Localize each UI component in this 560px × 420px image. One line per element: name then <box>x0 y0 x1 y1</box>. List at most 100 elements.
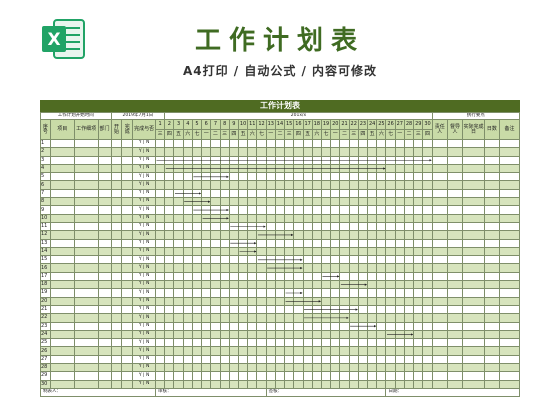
day-cell[interactable] <box>376 138 387 149</box>
cell[interactable] <box>110 230 123 240</box>
day-cell[interactable] <box>348 188 359 199</box>
cell[interactable] <box>446 147 464 157</box>
cell[interactable] <box>97 197 112 207</box>
day-cell[interactable] <box>265 296 276 306</box>
day-cell[interactable] <box>348 263 359 273</box>
day-cell[interactable] <box>274 172 286 182</box>
day-cell[interactable] <box>256 238 267 248</box>
cell[interactable] <box>110 329 123 340</box>
day-cell[interactable] <box>155 213 166 223</box>
day-cell[interactable] <box>413 155 424 165</box>
day-cell[interactable] <box>247 346 258 356</box>
day-cell[interactable] <box>413 163 424 174</box>
day-cell[interactable] <box>422 354 433 365</box>
day-cell[interactable] <box>311 163 322 174</box>
cell[interactable] <box>110 346 123 356</box>
no-option[interactable]: N <box>146 331 149 336</box>
day-cell[interactable] <box>376 280 387 290</box>
cell[interactable] <box>73 346 99 356</box>
day-cell[interactable] <box>394 280 405 290</box>
day-cell[interactable] <box>311 205 322 215</box>
day-cell[interactable] <box>357 147 369 157</box>
day-cell[interactable] <box>422 188 433 199</box>
day-cell[interactable] <box>210 246 221 257</box>
day-cell[interactable] <box>164 354 175 365</box>
day-cell[interactable] <box>274 280 286 290</box>
day-cell[interactable] <box>330 213 341 223</box>
day-cell[interactable] <box>201 280 212 290</box>
day-cell[interactable] <box>256 304 267 315</box>
day-cell[interactable] <box>274 147 286 157</box>
day-cell[interactable] <box>256 321 267 331</box>
day-cell[interactable] <box>413 296 424 306</box>
day-cell[interactable] <box>265 197 276 207</box>
cell[interactable] <box>121 296 134 306</box>
day-cell[interactable] <box>265 255 276 265</box>
day-cell[interactable] <box>237 205 249 215</box>
day-cell[interactable] <box>256 213 267 223</box>
cell[interactable] <box>110 321 123 331</box>
day-cell[interactable] <box>339 246 350 257</box>
day-cell[interactable] <box>182 246 193 257</box>
no-option[interactable]: N <box>146 182 149 187</box>
day-cell[interactable] <box>265 213 276 223</box>
day-cell[interactable] <box>302 296 313 306</box>
day-cell[interactable] <box>385 221 396 232</box>
day-cell[interactable] <box>173 221 184 232</box>
day-cell[interactable] <box>311 296 322 306</box>
day-cell[interactable] <box>201 246 212 257</box>
day-cell[interactable] <box>302 379 313 389</box>
day-cell[interactable] <box>237 296 249 306</box>
day-cell[interactable] <box>311 255 322 265</box>
day-cell[interactable] <box>265 230 276 240</box>
day-cell[interactable] <box>219 238 230 248</box>
day-cell[interactable] <box>164 147 175 157</box>
cell[interactable] <box>498 280 521 290</box>
cell[interactable] <box>498 180 521 190</box>
cell[interactable] <box>110 163 123 174</box>
day-cell[interactable] <box>348 238 359 248</box>
day-cell[interactable] <box>237 172 249 182</box>
day-cell[interactable] <box>265 271 276 282</box>
cell[interactable] <box>462 338 485 348</box>
day-cell[interactable] <box>164 246 175 257</box>
cell[interactable] <box>49 313 75 323</box>
day-cell[interactable] <box>403 288 415 298</box>
day-cell[interactable] <box>201 346 212 356</box>
day-cell[interactable] <box>256 354 267 365</box>
cell[interactable] <box>121 147 134 157</box>
cell[interactable] <box>462 197 485 207</box>
cell[interactable] <box>121 230 134 240</box>
day-cell[interactable] <box>274 379 286 389</box>
day-cell[interactable] <box>376 180 387 190</box>
cell[interactable] <box>110 271 123 282</box>
cell[interactable] <box>97 155 112 165</box>
day-cell[interactable] <box>302 304 313 315</box>
day-cell[interactable] <box>293 304 304 315</box>
yes-no-cell[interactable]: Y | N <box>132 296 157 306</box>
cell[interactable] <box>121 197 134 207</box>
day-cell[interactable] <box>413 180 424 190</box>
day-cell[interactable] <box>302 163 313 174</box>
cell[interactable] <box>73 371 99 381</box>
day-cell[interactable] <box>348 346 359 356</box>
day-cell[interactable] <box>403 172 415 182</box>
day-cell[interactable] <box>413 138 424 149</box>
day-cell[interactable] <box>311 304 322 315</box>
day-cell[interactable] <box>237 221 249 232</box>
day-cell[interactable] <box>302 188 313 199</box>
day-cell[interactable] <box>284 230 295 240</box>
day-cell[interactable] <box>330 354 341 365</box>
day-cell[interactable] <box>330 321 341 331</box>
day-cell[interactable] <box>403 313 415 323</box>
day-cell[interactable] <box>339 205 350 215</box>
cell[interactable] <box>462 354 485 365</box>
yes-no-cell[interactable]: Y | N <box>132 338 157 348</box>
day-cell[interactable] <box>293 197 304 207</box>
no-option[interactable]: N <box>146 199 149 204</box>
day-cell[interactable] <box>274 238 286 248</box>
day-cell[interactable] <box>302 371 313 381</box>
cell[interactable] <box>498 255 521 265</box>
cell[interactable] <box>462 346 485 356</box>
day-cell[interactable] <box>247 296 258 306</box>
